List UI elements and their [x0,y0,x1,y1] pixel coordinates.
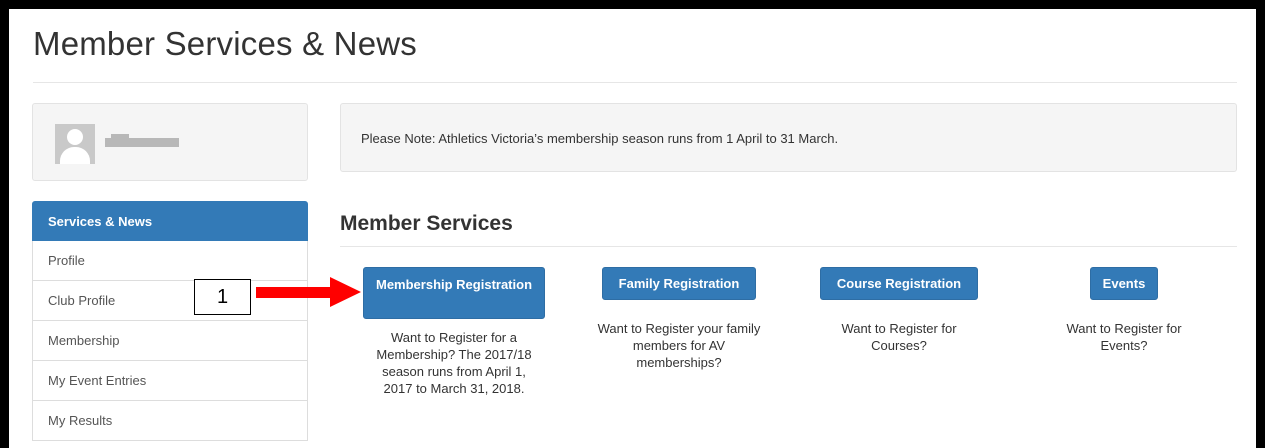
family-registration-description: Want to Register your family members for… [597,321,761,370]
course-registration-description: Want to Register for Courses? [841,321,957,353]
callout-number-box: 1 [194,279,251,315]
membership-registration-button[interactable]: Membership Registration [363,267,545,319]
sidebar-nav: Services & News Profile Club Profile Mem… [32,201,308,441]
events-description: Want to Register for Events? [1066,321,1182,353]
user-silhouette-icon [55,124,95,164]
redacted-user-name [105,134,179,147]
service-card-membership: Membership Registration Want to Register… [349,267,559,397]
service-card-course: Course Registration Want to Register for… [804,267,994,354]
service-card-family: Family Registration Want to Register you… [584,267,774,371]
sidebar-item-services-news[interactable]: Services & News [32,201,308,241]
page-title: Member Services & News [33,25,417,62]
profile-card [32,103,308,181]
season-notice: Please Note: Athletics Victoria’s member… [340,103,1237,172]
service-card-events: Events Want to Register for Events? [1029,267,1219,354]
title-divider [33,82,1237,83]
course-registration-button[interactable]: Course Registration [820,267,978,300]
red-arrow-icon [256,277,361,307]
family-registration-button[interactable]: Family Registration [602,267,756,300]
events-button[interactable]: Events [1090,267,1158,300]
membership-registration-description: Want to Register for a Membership? The 2… [376,330,532,396]
sidebar-item-profile[interactable]: Profile [32,241,308,281]
page-frame: Member Services & News Services & News P… [9,9,1256,448]
section-divider [340,246,1237,247]
sidebar-item-membership[interactable]: Membership [32,321,308,361]
sidebar-item-my-results[interactable]: My Results [32,401,308,441]
member-services-title: Member Services [340,212,513,235]
sidebar-item-my-event-entries[interactable]: My Event Entries [32,361,308,401]
